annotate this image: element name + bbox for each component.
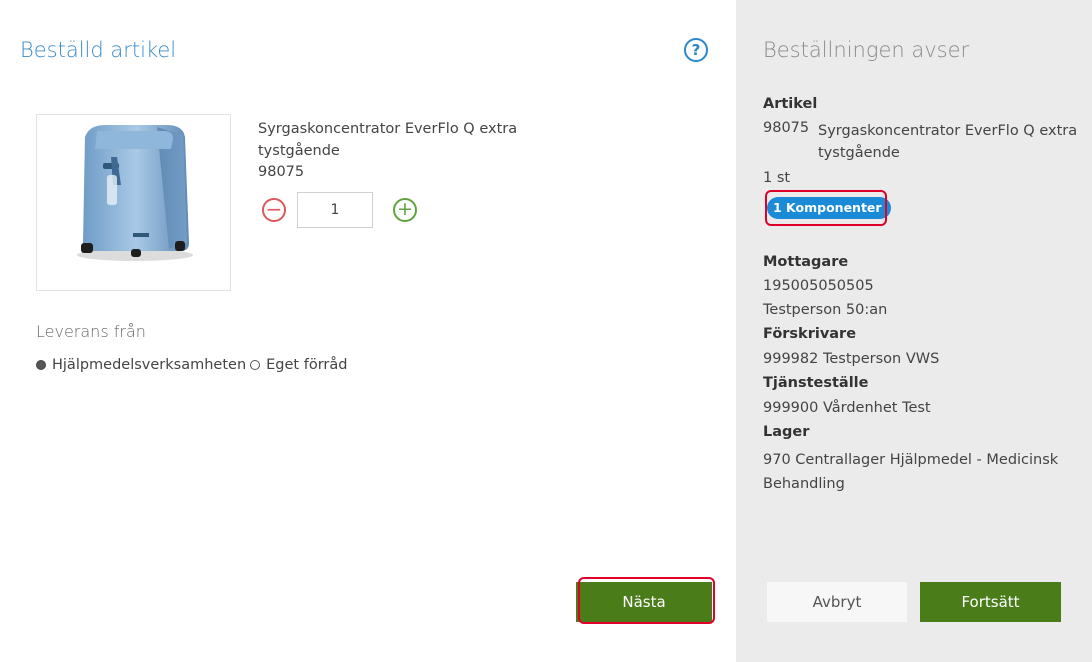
radio-eget-forrad[interactable] bbox=[250, 360, 261, 370]
continue-button[interactable]: Fortsätt bbox=[920, 582, 1061, 622]
recipient-name: Testperson 50:an bbox=[763, 302, 888, 318]
quantity-input[interactable]: 1 bbox=[297, 192, 373, 228]
prescriber-value: 999982 Testperson VWS bbox=[763, 351, 940, 367]
help-icon[interactable]: ? bbox=[684, 38, 708, 62]
plus-icon[interactable]: + bbox=[393, 198, 417, 222]
product-name: Syrgaskoncentrator EverFlo Q extra tystg… bbox=[258, 121, 518, 159]
article-label: Artikel bbox=[763, 96, 818, 112]
unit-value: 999900 Vårdenhet Test bbox=[763, 400, 931, 416]
product-code: 98075 bbox=[258, 164, 305, 180]
oxygen-concentrator-image bbox=[77, 125, 193, 261]
radio-label-hjalpmedelsverksamheten[interactable]: Hjälpmedelsverksamheten bbox=[52, 357, 246, 373]
stock-label: Lager bbox=[763, 424, 810, 440]
unit-label: Tjänsteställe bbox=[763, 375, 869, 391]
summary-title: Beställningen avser bbox=[763, 38, 970, 62]
article-quantity: 1 st bbox=[763, 170, 791, 186]
recipient-label: Mottagare bbox=[763, 254, 849, 270]
cancel-button[interactable]: Avbryt bbox=[767, 582, 907, 622]
radio-label-eget-forrad[interactable]: Eget förråd bbox=[266, 357, 347, 373]
highlight-next-button bbox=[578, 577, 715, 624]
minus-icon[interactable]: − bbox=[262, 198, 286, 222]
page-title: Beställd artikel bbox=[20, 38, 177, 62]
stock-value: 970 Centrallager Hjälpmedel - Medicinsk … bbox=[763, 452, 1059, 492]
recipient-id: 195005050505 bbox=[763, 278, 874, 294]
delivery-options: Hjälpmedelsverksamheten Eget förråd bbox=[36, 357, 347, 373]
ordered-article-panel: Beställd artikel ? Syrgaskoncentrator Ev… bbox=[0, 0, 736, 662]
product-image bbox=[36, 114, 231, 291]
article-code: 98075 bbox=[763, 120, 810, 136]
prescriber-label: Förskrivare bbox=[763, 326, 857, 342]
delivery-title: Leverans från bbox=[36, 322, 146, 341]
article-name: Syrgaskoncentrator EverFlo Q extra tystg… bbox=[818, 123, 1078, 161]
radio-hjalpmedelsverksamheten[interactable] bbox=[36, 360, 46, 370]
highlight-components-badge bbox=[765, 190, 887, 226]
